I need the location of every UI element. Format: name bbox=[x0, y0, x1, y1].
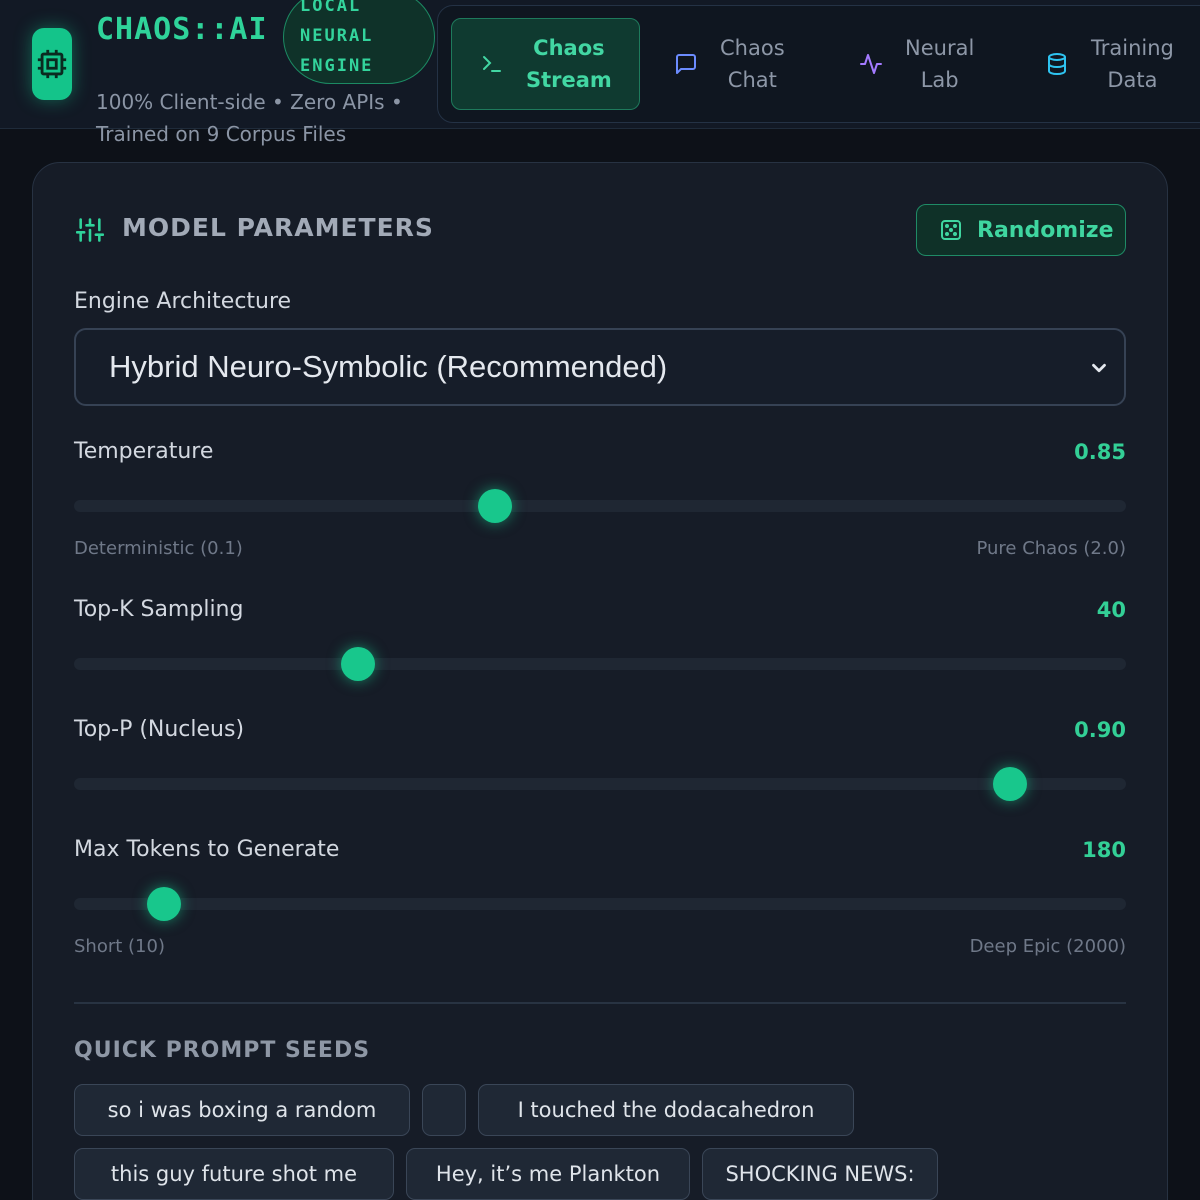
badge-line: LOCAL bbox=[300, 0, 362, 16]
temperature-slider-thumb[interactable] bbox=[477, 489, 512, 523]
seed-chip[interactable]: Hey, it’s me Plankton bbox=[406, 1148, 690, 1200]
temperature-min-hint: Deterministic (0.1) bbox=[74, 538, 243, 559]
tab-neural-lab[interactable]: Neural Lab bbox=[859, 18, 1019, 110]
seed-chip[interactable] bbox=[422, 1084, 466, 1136]
temperature-value: 0.85 bbox=[1074, 440, 1126, 464]
max-tokens-min-hint: Short (10) bbox=[74, 936, 165, 957]
engine-select[interactable]: Hybrid Neuro-Symbolic (Recommended) bbox=[74, 328, 1126, 406]
tab-label: Stream bbox=[526, 68, 612, 92]
tab-label: Chat bbox=[727, 68, 777, 92]
dice-icon bbox=[941, 220, 961, 240]
engine-label: Engine Architecture bbox=[74, 289, 292, 314]
chevron-down-icon bbox=[1092, 363, 1106, 373]
tab-label: Neural bbox=[905, 36, 975, 60]
randomize-label: Randomize bbox=[977, 217, 1114, 243]
badge-line: NEURAL bbox=[300, 26, 374, 46]
tab-label: Training bbox=[1091, 36, 1174, 60]
seed-chip[interactable]: so i was boxing a random bbox=[74, 1084, 410, 1136]
seed-chip[interactable]: this guy future shot me bbox=[74, 1148, 394, 1200]
tab-chaos-stream[interactable]: Chaos Stream bbox=[451, 18, 640, 110]
top-k-slider-thumb[interactable] bbox=[341, 647, 376, 681]
tab-label: Chaos bbox=[533, 36, 605, 60]
max-tokens-label: Max Tokens to Generate bbox=[74, 837, 340, 862]
randomize-button[interactable]: Randomize bbox=[916, 204, 1126, 256]
app-header: CHAOS::AI LOCAL NEURAL ENGINE 100% Clien… bbox=[0, 0, 1200, 146]
top-p-slider-track[interactable] bbox=[74, 778, 1126, 790]
chat-bubble-icon bbox=[676, 54, 696, 74]
max-tokens-slider-track[interactable] bbox=[74, 898, 1126, 910]
divider bbox=[74, 1002, 1126, 1004]
panel-title: MODEL PARAMETERS bbox=[122, 213, 434, 242]
local-engine-badge: LOCAL NEURAL ENGINE bbox=[283, 0, 435, 84]
logo bbox=[32, 28, 72, 100]
subtitle-line: Trained on 9 Corpus Files bbox=[96, 122, 347, 146]
temperature-max-hint: Pure Chaos (2.0) bbox=[976, 538, 1126, 559]
activity-icon bbox=[860, 54, 882, 74]
subtitle-line: 100% Client-side • Zero APIs • bbox=[96, 90, 403, 114]
temperature-slider-track[interactable] bbox=[74, 500, 1126, 512]
main-nav: Chaos Stream Chaos Chat Neural Lab Train… bbox=[437, 5, 1200, 123]
top-k-value: 40 bbox=[1096, 598, 1126, 622]
terminal-icon bbox=[483, 56, 501, 72]
max-tokens-max-hint: Deep Epic (2000) bbox=[969, 936, 1126, 957]
cpu-icon bbox=[37, 49, 67, 79]
top-k-label: Top-K Sampling bbox=[74, 597, 244, 622]
seed-chip[interactable]: SHOCKING NEWS: bbox=[702, 1148, 938, 1200]
tab-label: Chaos bbox=[720, 36, 785, 60]
temperature-label: Temperature bbox=[74, 439, 214, 464]
quick-prompt-seeds-title: QUICK PROMPT SEEDS bbox=[74, 1038, 371, 1063]
top-p-value: 0.90 bbox=[1074, 718, 1126, 742]
badge-line: ENGINE bbox=[300, 56, 374, 76]
max-tokens-value: 180 bbox=[1082, 838, 1126, 862]
sliders-icon bbox=[76, 218, 104, 242]
tab-training-data[interactable]: Training Data bbox=[1045, 18, 1200, 110]
seed-chip[interactable]: I touched the dodacahedron bbox=[478, 1084, 854, 1136]
tab-label: Data bbox=[1107, 68, 1158, 92]
brand-title: CHAOS::AI bbox=[96, 12, 268, 47]
engine-selected-value: Hybrid Neuro-Symbolic (Recommended) bbox=[109, 349, 668, 384]
header-subtitle: 100% Client-side • Zero APIs • Trained o… bbox=[96, 86, 441, 150]
database-icon bbox=[1048, 53, 1066, 76]
top-p-label: Top-P (Nucleus) bbox=[74, 717, 245, 742]
top-k-slider-track[interactable] bbox=[74, 658, 1126, 670]
tab-chaos-chat[interactable]: Chaos Chat bbox=[674, 18, 834, 110]
tab-label: Lab bbox=[920, 68, 959, 92]
